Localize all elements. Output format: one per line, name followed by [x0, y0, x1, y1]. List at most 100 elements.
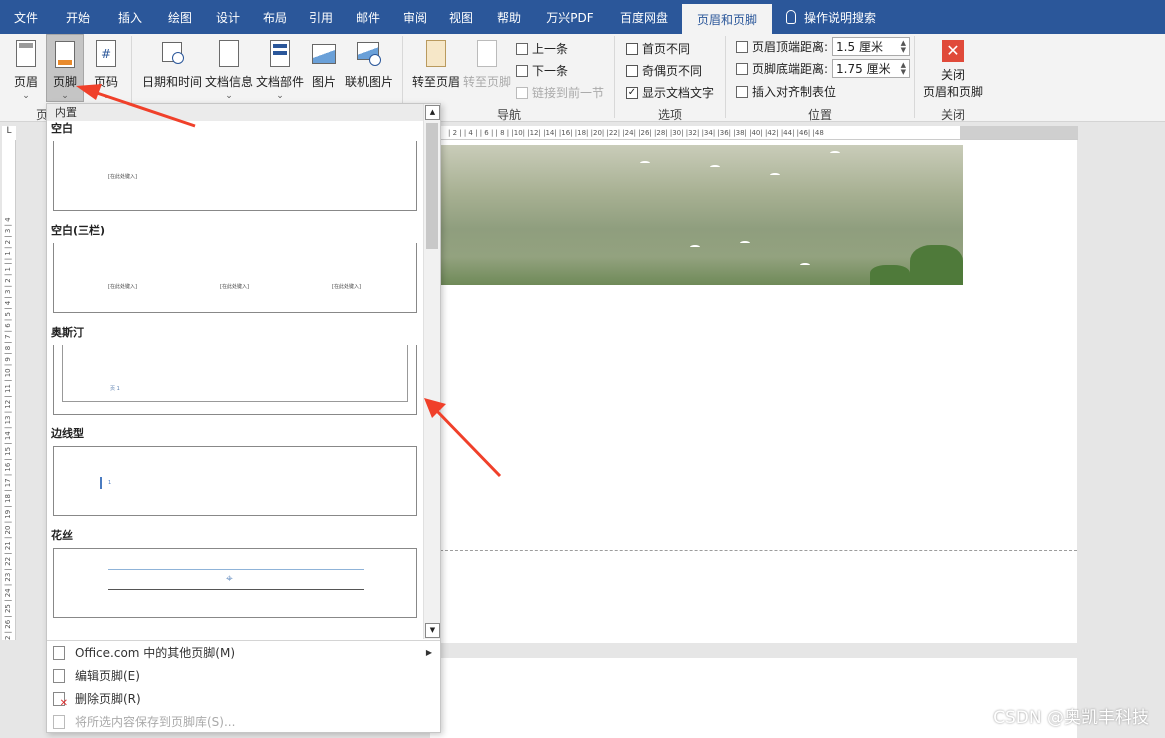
tab-design[interactable]: 设计 [204, 0, 252, 34]
header-distance-icon [736, 40, 748, 53]
picture-button[interactable]: 图片 [308, 38, 340, 90]
spin-arrows-icon[interactable]: ▲ ▼ [901, 61, 906, 76]
gallery-item-sideline[interactable]: 边线型 1 [47, 426, 423, 528]
footer-distance-value: 1.75 厘米 [836, 62, 891, 76]
gallery-scrollbar[interactable]: ▲ ▼ [423, 104, 440, 639]
different-first-page-option[interactable]: 首页不同 [626, 40, 690, 57]
group-label-navigation: 导航 [497, 108, 522, 122]
gallery-item-blank-three-column[interactable]: 空白(三栏) [在此处键入] [在此处键入] [在此处键入] [47, 223, 423, 325]
watermark: CSDN @奥凯丰科技 [993, 708, 1149, 728]
tell-me-search[interactable]: 操作说明搜索 [772, 0, 876, 34]
checkbox[interactable] [626, 64, 638, 77]
footer-distance-icon [736, 62, 748, 75]
doc-info-button[interactable]: 文档信息 ⌄ [205, 38, 253, 101]
odd-even-option[interactable]: 奇偶页不同 [626, 62, 702, 79]
group-label-position: 位置 [808, 108, 833, 122]
link-to-previous-button[interactable]: 链接到前一节 [516, 84, 604, 101]
header-button[interactable]: 页眉 ⌄ [8, 38, 44, 101]
group-separator [914, 36, 915, 118]
tab-layout[interactable]: 布局 [252, 0, 298, 34]
tab-insert[interactable]: 插入 [104, 0, 156, 34]
odd-even-label: 奇偶页不同 [642, 64, 703, 78]
save-to-footer-gallery-item[interactable]: 将所选内容保存到页脚库(S)... [47, 710, 440, 733]
footer-boundary [430, 550, 1077, 551]
next-icon [516, 64, 528, 77]
placeholder-text: [在此处键入] [220, 284, 249, 290]
tab-file[interactable]: 文件 [0, 0, 52, 34]
different-first-page-label: 首页不同 [642, 42, 691, 56]
checkbox[interactable] [626, 42, 638, 55]
next-button[interactable]: 下一条 [516, 62, 568, 79]
page-number-button[interactable]: # 页码 ⌄ [88, 38, 124, 101]
footer-button[interactable]: 页脚 ⌄ [46, 34, 84, 102]
footer-preview: 页 1 [53, 345, 417, 415]
footer-preview: 1 [53, 446, 417, 516]
online-picture-button[interactable]: 联机图片 [342, 38, 396, 90]
tab-references[interactable]: 引用 [298, 0, 344, 34]
footer-preview: [在此处键入] [53, 141, 417, 211]
spin-arrows-icon[interactable]: ▲ ▼ [901, 39, 906, 54]
doc-parts-label: 文档部件 [255, 75, 304, 89]
online-picture-icon [356, 38, 382, 70]
scroll-down-icon[interactable]: ▼ [425, 623, 440, 638]
lightbulb-icon [786, 10, 796, 24]
tab-selector-icon[interactable]: L [2, 126, 16, 140]
tab-draw[interactable]: 绘图 [156, 0, 204, 34]
menu-label: 删除页脚(R) [75, 692, 141, 706]
tab-header-footer[interactable]: 页眉和页脚 [682, 4, 772, 34]
filigree-ornament-icon: ⌖ [226, 571, 233, 585]
close-label-line2: 页眉和页脚 [922, 85, 983, 99]
edit-footer-icon [53, 668, 65, 683]
goto-footer-label: 转至页脚 [462, 75, 511, 89]
tab-wanxing-pdf[interactable]: 万兴PDF [534, 0, 606, 34]
previous-button[interactable]: 上一条 [516, 40, 568, 57]
office-com-icon [53, 645, 65, 660]
footer-preview: [在此处键入] [在此处键入] [在此处键入] [53, 243, 417, 313]
next-label: 下一条 [532, 64, 569, 78]
header-icon [16, 40, 36, 67]
more-footers-office-com[interactable]: Office.com 中的其他页脚(M) ▶ [47, 641, 440, 664]
gallery-item-filigree[interactable]: 花丝 ⌖ [47, 528, 423, 630]
document-page-2[interactable] [430, 658, 1077, 738]
footer-distance-input[interactable]: 1.75 厘米 ▲ ▼ [832, 59, 911, 78]
show-document-text-option[interactable]: ✓ 显示文档文字 [626, 84, 714, 101]
header-distance-input[interactable]: 1.5 厘米 ▲ ▼ [832, 37, 911, 56]
doc-parts-button[interactable]: 文档部件 ⌄ [255, 38, 305, 101]
footer-menu: Office.com 中的其他页脚(M) ▶ 编辑页脚(E) ✕ 删除页脚(R)… [47, 640, 440, 733]
placeholder-text: [在此处键入] [108, 174, 137, 180]
tab-view[interactable]: 视图 [438, 0, 484, 34]
tab-mailings[interactable]: 邮件 [344, 0, 392, 34]
vertical-ruler[interactable]: 2 | 26 | 25 | 24 | 23 | 22 | 21 | 20 | 1… [2, 140, 16, 640]
insert-alignment-tab-button[interactable]: 插入对齐制表位 [736, 83, 836, 100]
footer-label: 页脚 [52, 75, 77, 89]
lake-photo[interactable] [440, 145, 963, 285]
footer-distance-label: 页脚底端距离: [752, 62, 829, 76]
date-time-button[interactable]: 日期和时间 [140, 38, 204, 90]
footer-gallery-dropdown: 内置 空白 [在此处键入] 空白(三栏) [在此处键入] [在此处键入] [在此… [46, 103, 441, 733]
tab-review[interactable]: 审阅 [392, 0, 438, 34]
tab-help[interactable]: 帮助 [484, 0, 534, 34]
gallery-item-blank[interactable]: 空白 [在此处键入] [47, 121, 423, 223]
doc-parts-icon [267, 38, 293, 70]
alignment-tab-icon [736, 85, 748, 98]
edit-footer-item[interactable]: 编辑页脚(E) [47, 664, 440, 687]
checkmark-icon[interactable]: ✓ [626, 86, 638, 99]
horizontal-ruler[interactable]: | 2 | | 4 | | 6 | | 8 | |10| |12| |14| |… [440, 126, 1078, 140]
chevron-down-icon: ⌄ [102, 91, 110, 101]
remove-footer-item[interactable]: ✕ 删除页脚(R) [47, 687, 440, 710]
ribbon-tabs: 文件 开始 插入 绘图 设计 布局 引用 邮件 审阅 视图 帮助 万兴PDF 百… [0, 0, 1165, 34]
tab-baidu-pan[interactable]: 百度网盘 [606, 0, 682, 34]
tab-home[interactable]: 开始 [52, 0, 104, 34]
calendar-clock-icon [159, 38, 185, 70]
scroll-up-icon[interactable]: ▲ [425, 105, 440, 120]
close-header-footer-button[interactable]: ✕ 关闭 页眉和页脚 [920, 40, 986, 100]
gallery-item-austin[interactable]: 奥斯汀 页 1 [47, 325, 423, 426]
scroll-thumb[interactable] [426, 123, 438, 249]
goto-header-button[interactable]: 转至页眉 [410, 38, 462, 90]
placeholder-text: [在此处键入] [332, 284, 361, 290]
gallery-item-title: 奥斯汀 [51, 326, 84, 339]
chevron-down-icon: ⌄ [61, 91, 69, 101]
footer-gallery-list: 空白 [在此处键入] 空白(三栏) [在此处键入] [在此处键入] [在此处键入… [47, 121, 423, 639]
vertical-ruler-ticks: 2 | 26 | 25 | 24 | 23 | 22 | 21 | 20 | 1… [4, 217, 12, 640]
goto-footer-button[interactable]: 转至页脚 [462, 38, 512, 90]
